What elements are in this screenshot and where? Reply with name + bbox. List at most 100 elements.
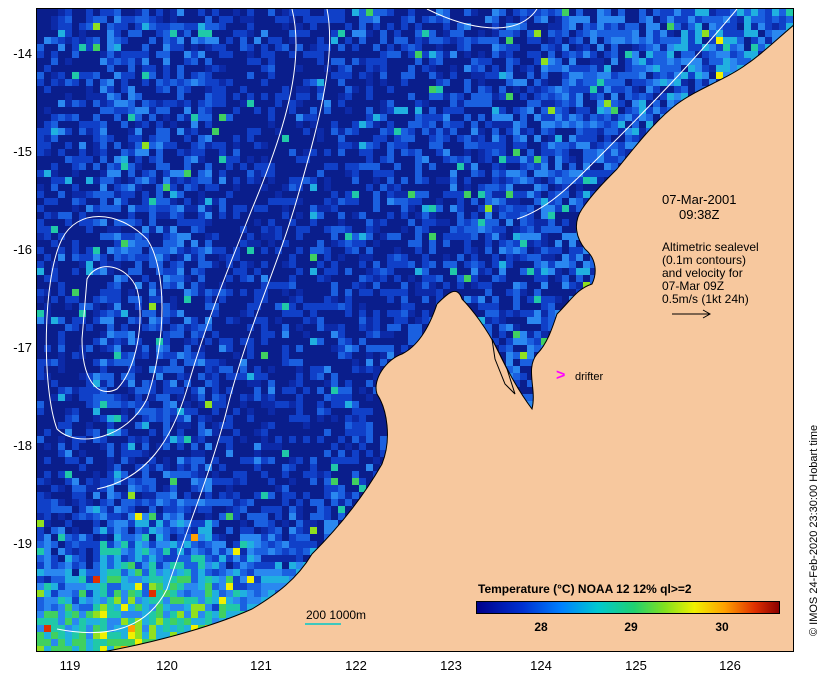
sst-cell xyxy=(443,51,450,58)
sst-cell xyxy=(205,51,212,58)
sst-cell xyxy=(44,149,51,156)
sst-cell xyxy=(324,177,331,184)
sst-cell xyxy=(261,205,268,212)
sst-cell xyxy=(149,114,156,121)
sst-cell xyxy=(177,387,184,394)
sst-cell xyxy=(149,212,156,219)
sst-cell xyxy=(506,16,513,23)
sst-cell xyxy=(37,51,44,58)
sst-cell xyxy=(247,93,254,100)
sst-cell xyxy=(464,9,471,16)
sst-cell xyxy=(555,240,562,247)
sst-cell xyxy=(499,198,506,205)
sst-cell xyxy=(548,226,555,233)
sst-cell xyxy=(520,282,527,289)
sst-cell xyxy=(282,338,289,345)
sst-cell xyxy=(345,415,352,422)
sst-cell xyxy=(233,107,240,114)
sst-cell xyxy=(296,317,303,324)
sst-cell xyxy=(86,23,93,30)
sst-cell xyxy=(338,135,345,142)
sst-cell xyxy=(506,37,513,44)
sst-cell xyxy=(499,233,506,240)
sst-cell xyxy=(44,128,51,135)
sst-cell xyxy=(163,261,170,268)
sst-cell xyxy=(191,317,198,324)
sst-cell xyxy=(233,422,240,429)
sst-cell xyxy=(513,149,520,156)
sst-cell xyxy=(541,9,548,16)
sst-cell xyxy=(408,9,415,16)
sst-cell xyxy=(485,247,492,254)
sst-cell xyxy=(422,135,429,142)
sst-cell xyxy=(541,247,548,254)
sst-cell xyxy=(184,296,191,303)
sst-cell xyxy=(611,58,618,65)
sst-cell xyxy=(408,135,415,142)
sst-cell xyxy=(422,30,429,37)
sst-cell xyxy=(37,345,44,352)
sst-cell xyxy=(478,310,485,317)
sst-cell xyxy=(793,149,794,156)
sst-cell xyxy=(429,30,436,37)
sst-cell xyxy=(93,233,100,240)
sst-cell xyxy=(37,170,44,177)
sst-cell xyxy=(415,100,422,107)
sst-cell xyxy=(352,58,359,65)
sst-cell xyxy=(562,149,569,156)
sst-cell xyxy=(366,86,373,93)
sst-cell xyxy=(408,58,415,65)
sst-cell xyxy=(219,44,226,51)
sst-cell xyxy=(254,170,261,177)
sst-cell xyxy=(590,65,597,72)
sst-cell xyxy=(58,16,65,23)
sst-cell xyxy=(394,58,401,65)
sst-cell xyxy=(317,345,324,352)
sst-cell xyxy=(107,163,114,170)
sst-cell xyxy=(58,93,65,100)
sst-cell xyxy=(345,429,352,436)
sst-cell xyxy=(436,16,443,23)
sst-cell xyxy=(261,233,268,240)
sst-cell xyxy=(695,72,702,79)
sst-cell xyxy=(569,198,576,205)
sst-cell xyxy=(191,254,198,261)
sst-cell xyxy=(135,240,142,247)
sst-cell xyxy=(275,289,282,296)
sst-cell xyxy=(37,247,44,254)
sst-cell xyxy=(793,233,794,240)
sst-cell xyxy=(142,352,149,359)
sst-cell xyxy=(793,51,794,58)
sst-cell xyxy=(380,135,387,142)
sst-cell xyxy=(408,72,415,79)
sst-cell xyxy=(793,23,794,30)
sst-cell xyxy=(275,114,282,121)
sst-cell xyxy=(513,170,520,177)
sst-cell xyxy=(212,345,219,352)
sst-cell xyxy=(310,415,317,422)
sst-cell xyxy=(583,177,590,184)
sst-cell xyxy=(506,142,513,149)
sst-cell xyxy=(450,240,457,247)
sst-cell xyxy=(394,191,401,198)
sst-cell xyxy=(79,86,86,93)
sst-cell xyxy=(324,163,331,170)
sst-cell xyxy=(527,100,534,107)
sst-cell xyxy=(653,44,660,51)
sst-cell xyxy=(338,100,345,107)
sst-cell xyxy=(44,163,51,170)
sst-cell xyxy=(58,121,65,128)
sst-cell xyxy=(576,44,583,51)
sst-cell xyxy=(394,163,401,170)
sst-cell xyxy=(317,240,324,247)
sst-cell xyxy=(163,240,170,247)
sst-cell xyxy=(492,51,499,58)
sst-cell xyxy=(520,163,527,170)
sst-cell xyxy=(149,142,156,149)
sst-cell xyxy=(37,72,44,79)
sst-cell xyxy=(520,177,527,184)
sst-cell xyxy=(506,268,513,275)
sst-cell xyxy=(359,23,366,30)
sst-cell xyxy=(625,72,632,79)
sst-cell xyxy=(275,149,282,156)
